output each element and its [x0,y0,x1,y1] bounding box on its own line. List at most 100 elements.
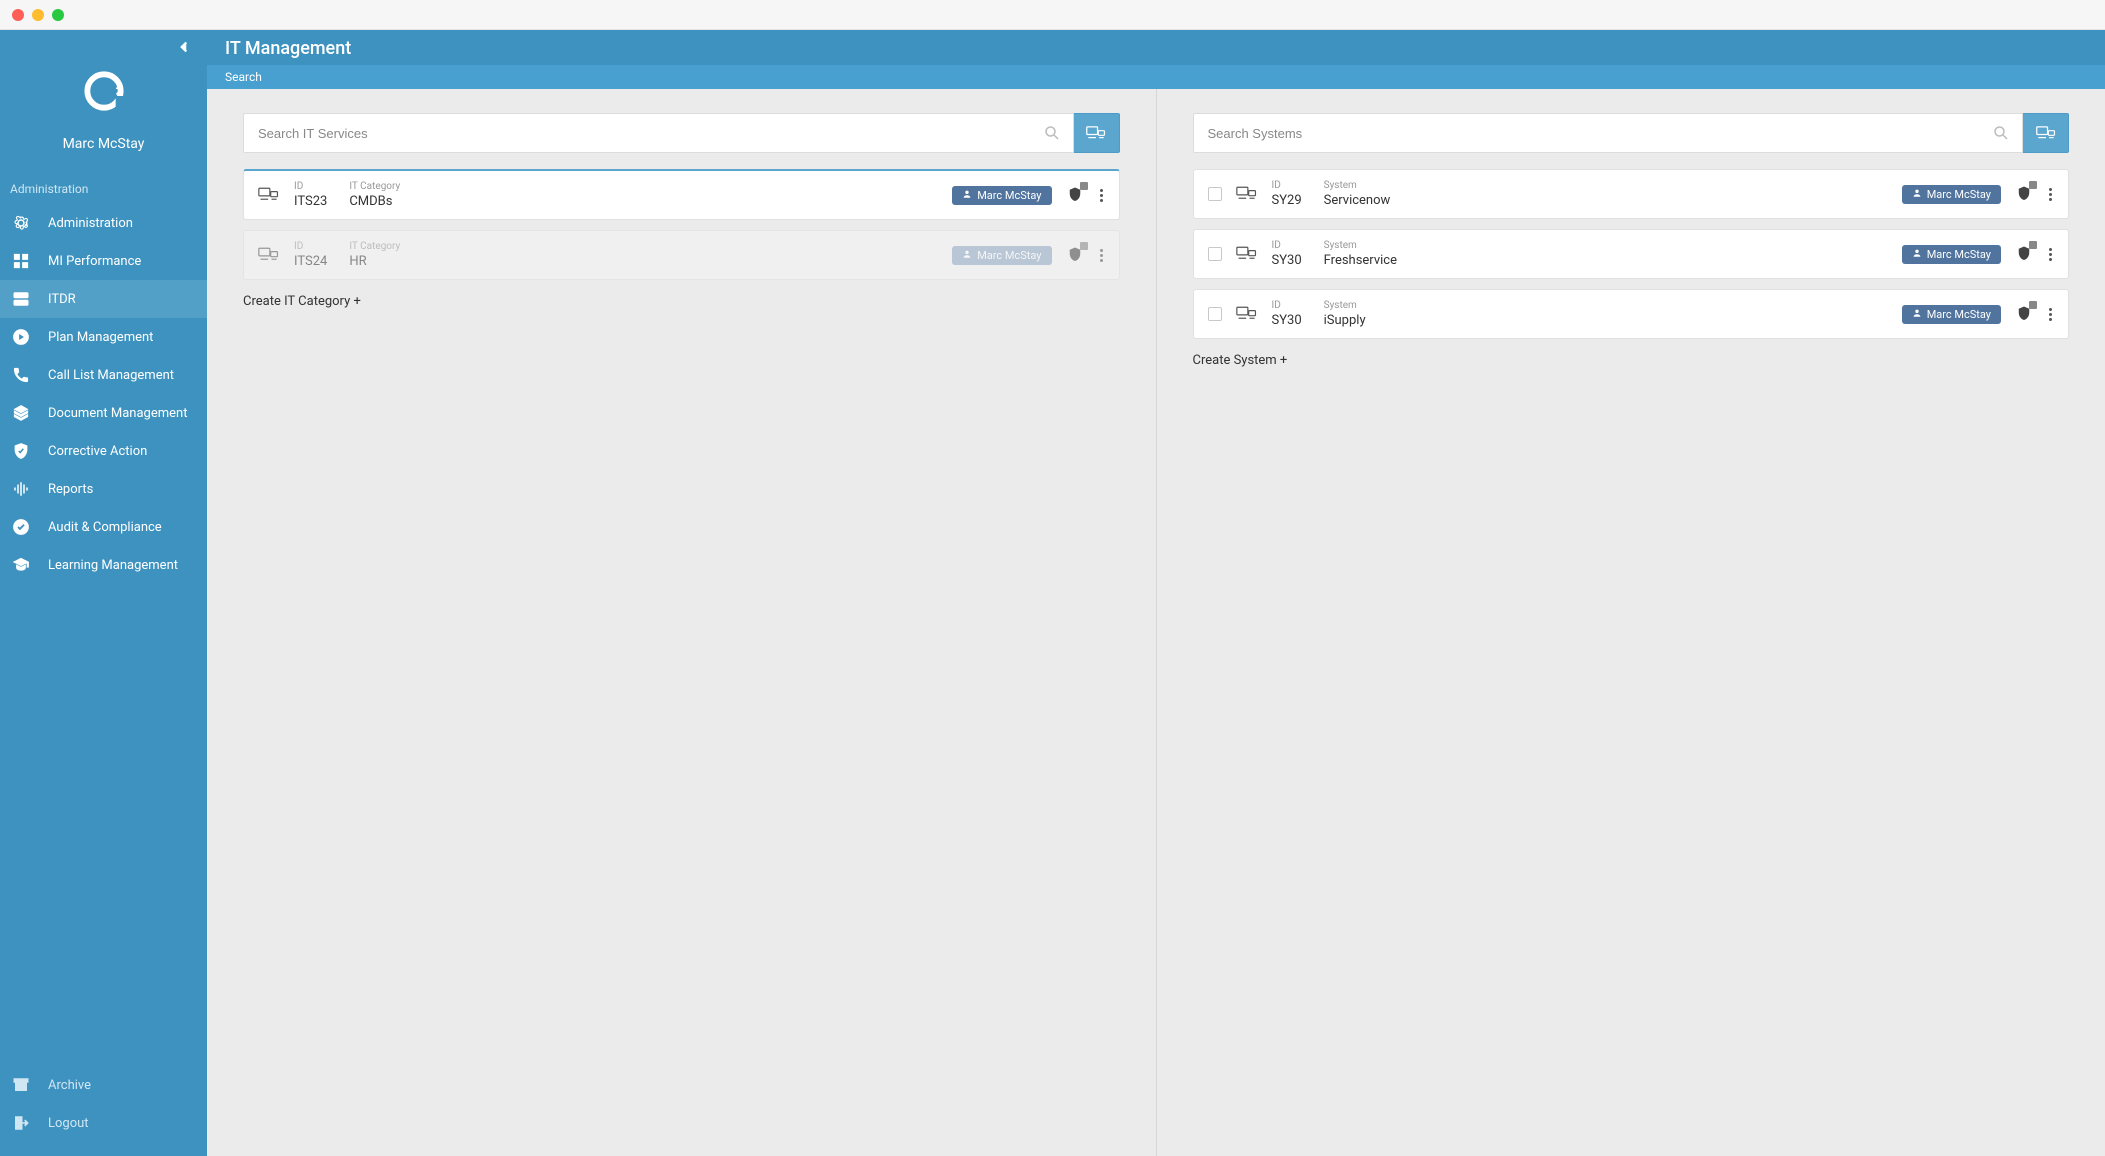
itdr-icon [12,290,30,308]
shield-icon[interactable] [2015,245,2033,263]
tabbar: Search [207,65,2105,89]
sidebar-item-label: ITDR [48,292,76,307]
search-icon [1043,124,1061,142]
list-card[interactable]: ID ITS23 IT Category CMDBs Marc McStay [243,169,1120,220]
card-actions: Marc McStay [952,186,1104,205]
minimize-window[interactable] [32,9,44,21]
close-window[interactable] [12,9,24,21]
app-logo: 2 [79,66,129,120]
name-value: Freshservice [1324,253,1397,268]
learning-icon [12,556,30,574]
sidebar-item-label: Call List Management [48,368,174,383]
person-icon [1912,308,1922,321]
device-icon [1236,186,1258,202]
sidebar-bottom: ArchiveLogout [0,1058,207,1156]
systems-view-button[interactable] [2023,113,2069,153]
sidebar-item-reports[interactable]: Reports [0,470,207,508]
row-menu-button[interactable] [2047,306,2054,323]
it-services-view-button[interactable] [1074,113,1120,153]
list-card[interactable]: IDSY30SystemFreshserviceMarc McStay [1193,229,2070,279]
app-window: 2 Marc McStay Administration Administrat… [0,0,2105,1156]
plan-icon [12,328,30,346]
id-value: SY30 [1272,313,1302,328]
id-value: SY29 [1272,193,1302,208]
shield-icon[interactable] [1066,186,1084,204]
row-checkbox[interactable] [1208,307,1222,321]
card-actions: Marc McStay [1902,245,2054,264]
search-systems-input[interactable] [1208,126,1993,141]
list-card[interactable]: IDITS24IT CategoryHRMarc McStay [243,230,1120,280]
sidebar-item-itdr[interactable]: ITDR [0,280,207,318]
page-title: IT Management [207,30,2105,65]
sidebar-item-learning-management[interactable]: Learning Management [0,546,207,584]
content: ID ITS23 IT Category CMDBs Marc McStay ID ITS2… [207,89,2105,1156]
sidebar-item-corrective-action[interactable]: Corrective Action [0,432,207,470]
sidebar-profile: 2 Marc McStay [0,56,207,174]
search-it-services-input[interactable] [258,126,1043,141]
owner-chip[interactable]: Marc McStay [1902,185,2001,204]
name-value: CMDBs [349,194,400,209]
create-system-link[interactable]: Create System + [1193,353,2070,368]
category-label: System [1324,180,1391,191]
owner-name: Marc McStay [1927,308,1991,321]
sidebar-item-label: Audit & Compliance [48,520,162,535]
owner-chip[interactable]: Marc McStay [1902,245,2001,264]
card-fields: ID ITS23 IT Category CMDBs [294,181,938,209]
tab-search[interactable]: Search [225,70,262,84]
systems-pane: ID SY29 System Servicenow Marc McStay ID SY30 S… [1156,89,2105,1156]
list-card[interactable]: ID SY29 System Servicenow Marc McStay [1193,169,2070,219]
audit-icon [12,518,30,536]
row-checkbox[interactable] [1208,187,1222,201]
sidebar-item-mi-performance[interactable]: MI Performance [0,242,207,280]
sidebar-item-document-management[interactable]: Document Management [0,394,207,432]
sidebar-item-logout[interactable]: Logout [0,1104,207,1142]
person-icon [962,249,972,262]
sidebar-collapse-button[interactable] [0,30,207,56]
grid-icon [12,252,30,270]
owner-name: Marc McStay [1927,248,1991,261]
name-value: Servicenow [1324,193,1391,208]
row-menu-button[interactable] [1098,187,1105,204]
device-icon [1236,246,1258,262]
shield-icon[interactable] [1066,246,1084,264]
name-value: iSupply [1324,313,1366,328]
shield-icon [12,442,30,460]
maximize-window[interactable] [52,9,64,21]
settings-icon [12,214,30,232]
person-icon [962,189,972,202]
category-label: System [1324,300,1366,311]
row-menu-button[interactable] [1098,247,1105,264]
owner-chip[interactable]: Marc McStay [952,186,1051,205]
sidebar-item-label: MI Performance [48,254,141,269]
sidebar-item-label: Corrective Action [48,444,147,459]
card-fields: ID SY29 System Servicenow [1272,180,1888,208]
create-it-category-link[interactable]: Create IT Category + [243,294,1120,309]
sidebar-item-archive[interactable]: Archive [0,1066,207,1104]
phone-icon [12,366,30,384]
id-value: ITS24 [294,254,327,269]
id-label: ID [1272,300,1302,311]
list-card[interactable]: ID SY30 System iSupply Marc McStay [1193,289,2070,339]
category-label: IT Category [349,181,400,192]
sidebar-item-administration[interactable]: Administration [0,204,207,242]
owner-name: Marc McStay [1927,188,1991,201]
owner-chip[interactable]: Marc McStay [1902,305,2001,324]
docs-icon [12,404,30,422]
sidebar-item-audit-compliance[interactable]: Audit & Compliance [0,508,207,546]
row-menu-button[interactable] [2047,186,2054,203]
category-label: IT Category [349,241,400,252]
owner-chip[interactable]: Marc McStay [952,246,1051,265]
row-menu-button[interactable] [2047,246,2054,263]
sidebar-item-plan-management[interactable]: Plan Management [0,318,207,356]
card-fields: IDITS24IT CategoryHR [294,241,938,269]
row-checkbox[interactable] [1208,247,1222,261]
id-label: ID [294,181,327,192]
shield-icon[interactable] [2015,305,2033,323]
id-value: ITS23 [294,194,327,209]
shield-icon[interactable] [2015,185,2033,203]
id-label: ID [1272,180,1302,191]
sidebar-item-call-list-management[interactable]: Call List Management [0,356,207,394]
window-controls [12,9,64,21]
search-it-services-box [243,113,1074,153]
person-icon [1912,248,1922,261]
